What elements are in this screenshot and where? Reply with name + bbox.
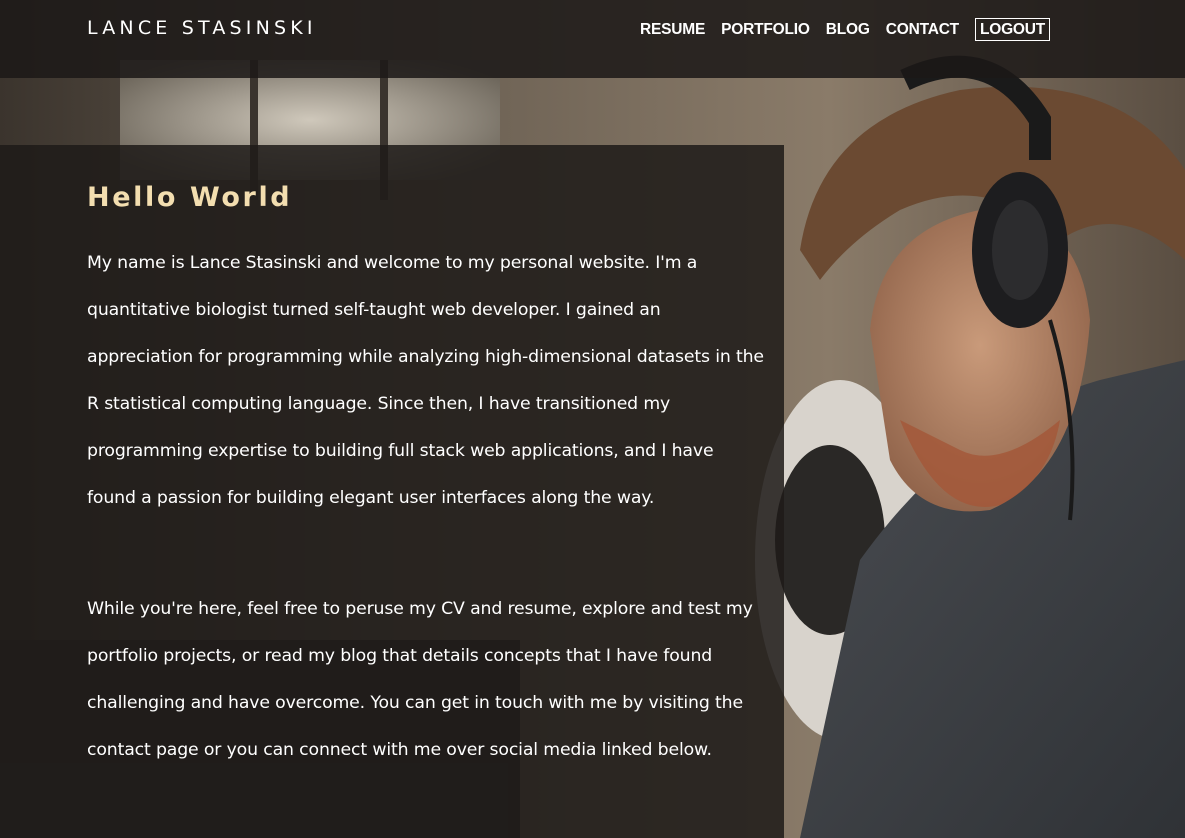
intro-paragraph: My name is Lance Stasinski and welcome t…: [87, 253, 764, 508]
home-page: LANCE STASINSKI RESUME PORTFOLIO BLOG CO…: [0, 0, 1185, 838]
nav-contact-link[interactable]: CONTACT: [886, 19, 959, 41]
page-heading: Hello World: [87, 182, 293, 213]
logout-button[interactable]: LOGOUT: [974, 18, 1051, 41]
nav-links: RESUME PORTFOLIO BLOG CONTACT LOGOUT: [640, 18, 1051, 41]
site-brand-link[interactable]: LANCE STASINSKI: [87, 17, 317, 39]
top-navbar: LANCE STASINSKI RESUME PORTFOLIO BLOG CO…: [0, 0, 1185, 78]
nav-resume-link[interactable]: RESUME: [640, 19, 705, 41]
invite-paragraph: While you're here, feel free to peruse m…: [87, 599, 753, 760]
nav-portfolio-link[interactable]: PORTFOLIO: [721, 19, 810, 41]
nav-blog-link[interactable]: BLOG: [826, 19, 870, 41]
